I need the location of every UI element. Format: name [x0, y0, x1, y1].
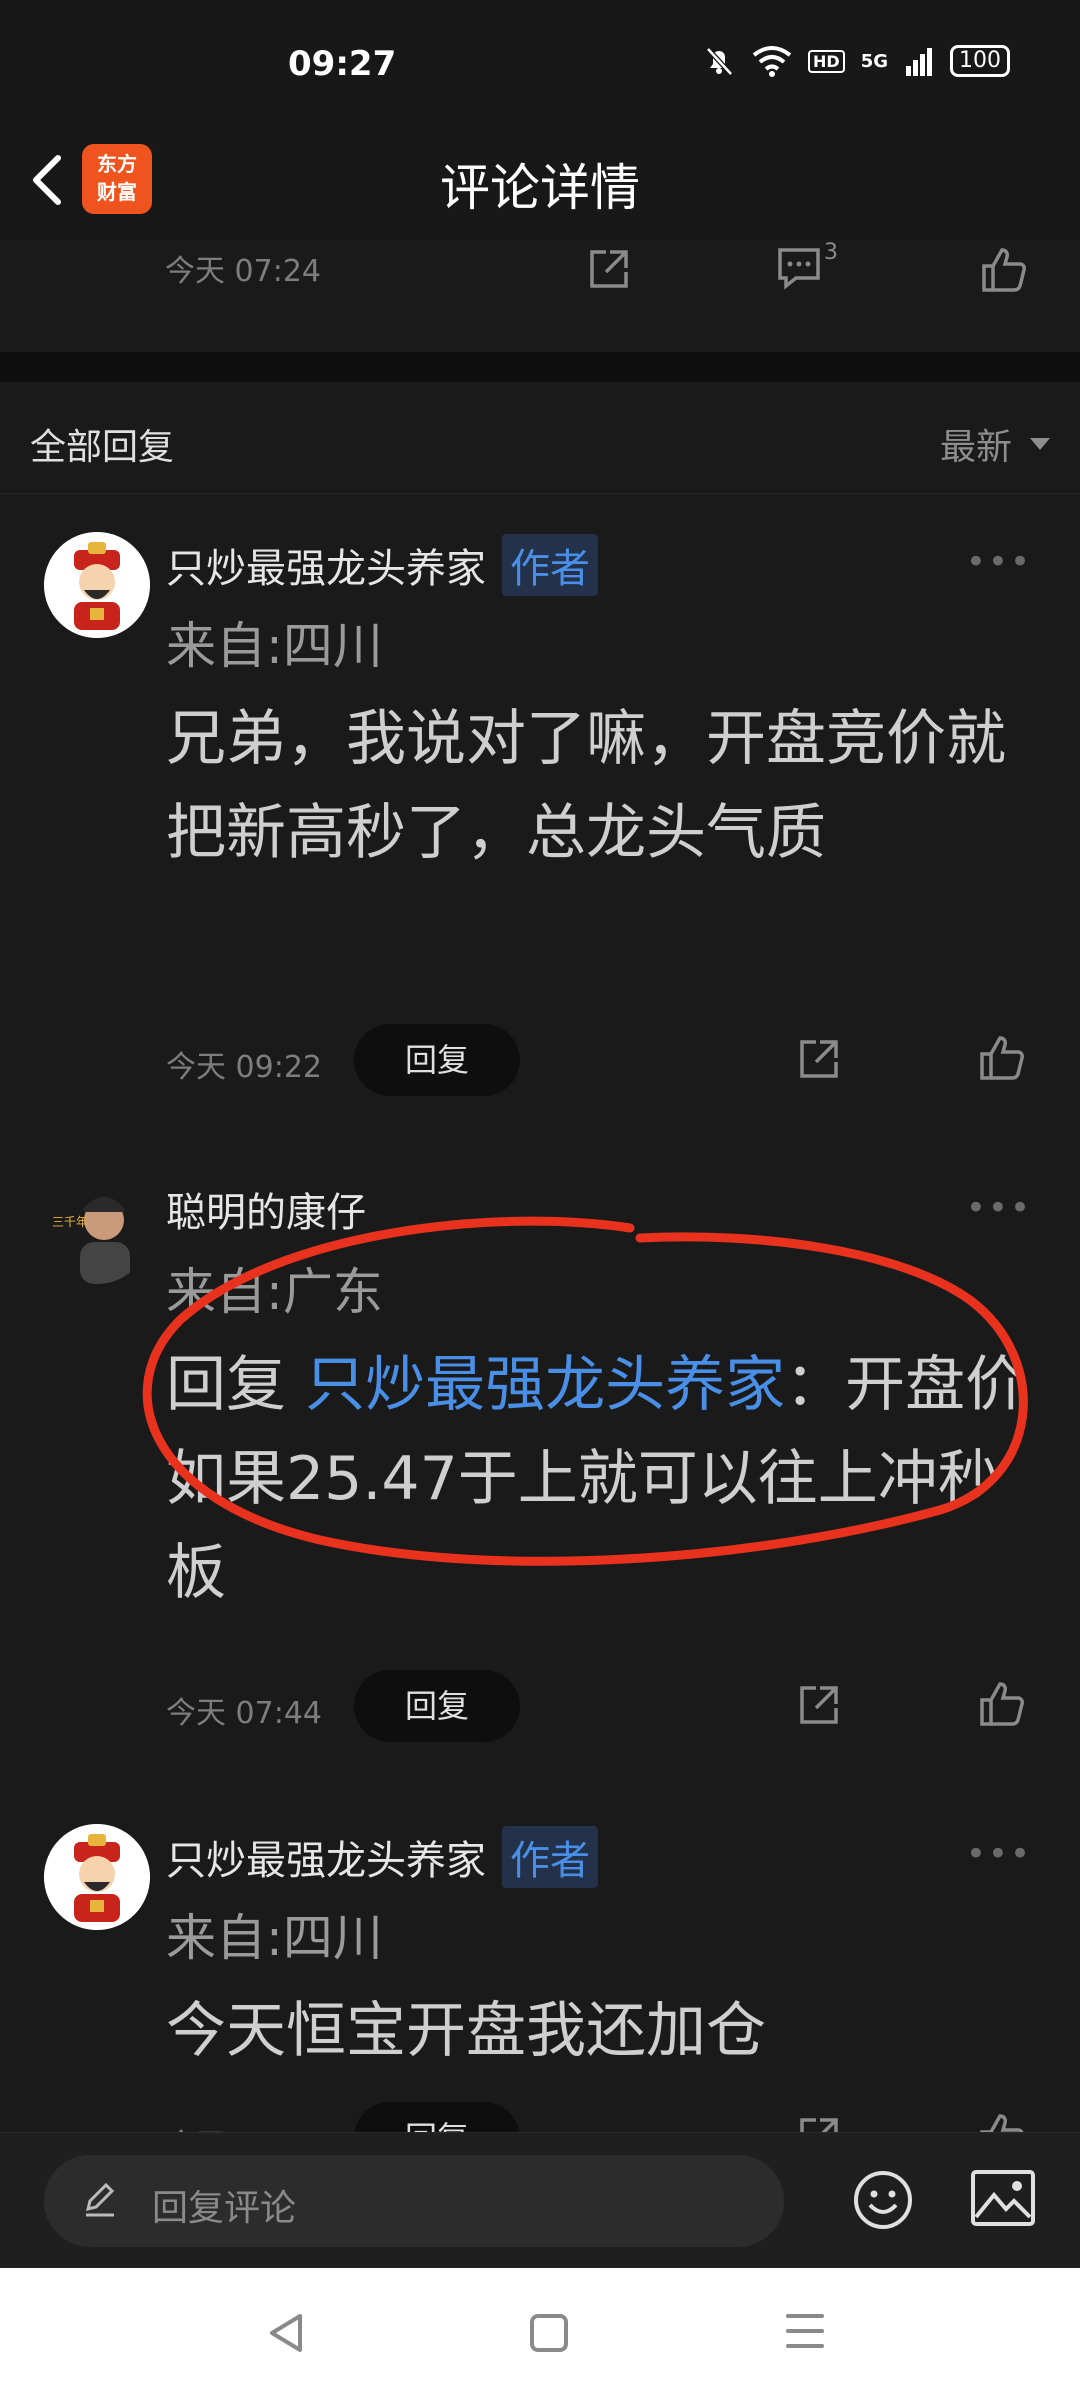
pencil-icon	[85, 2182, 115, 2217]
wifi-icon	[752, 46, 792, 77]
username[interactable]: 只炒最强龙头养家 作者	[166, 534, 598, 596]
comment-text: 兄弟，我说对了嘛，开盘竞价就把新高秒了，总龙头气质	[166, 704, 1006, 868]
like-icon[interactable]	[978, 1034, 1026, 1082]
status-icons: HD 5G 100	[702, 44, 1010, 78]
reply-input-placeholder: 回复评论	[152, 2188, 297, 2229]
hd-icon: HD	[808, 49, 845, 73]
more-options-icon[interactable]: •••	[966, 542, 1032, 582]
avatar[interactable]	[44, 1824, 150, 1930]
image-icon[interactable]	[970, 2169, 1036, 2227]
share-icon[interactable]	[796, 1682, 842, 1728]
comment-meta: 今天 09:22 回复	[166, 1024, 1056, 1098]
battery-icon: 100	[950, 45, 1010, 77]
share-icon[interactable]	[586, 246, 632, 292]
author-badge: 作者	[502, 1826, 598, 1888]
emoji-icon[interactable]	[852, 2169, 914, 2231]
nav-menu-icon[interactable]	[786, 2314, 824, 2359]
reply-button[interactable]: 回复	[354, 1670, 520, 1742]
more-options-icon[interactable]: •••	[966, 1834, 1032, 1874]
svg-text:三千年: 三千年	[52, 1215, 88, 1229]
reply-button[interactable]: 回复	[354, 1024, 520, 1096]
section-divider	[0, 352, 1080, 382]
share-icon[interactable]	[796, 2114, 842, 2132]
sort-dropdown[interactable]: 最新	[940, 418, 1050, 470]
section-title: 全部回复	[30, 427, 175, 468]
username[interactable]: 只炒最强龙头养家 作者	[166, 1826, 598, 1888]
username-text: 只炒最强龙头养家	[166, 1838, 486, 1884]
status-bar: 09:27 HD 5G 100	[0, 0, 1080, 120]
share-icon[interactable]	[796, 1036, 842, 1082]
username-text: 聪明的康仔	[166, 1190, 366, 1236]
avatar-person-icon: 三千年	[44, 1178, 150, 1284]
reply-count: 3	[824, 240, 838, 265]
avatar-god-of-wealth-icon	[44, 1824, 150, 1930]
like-icon[interactable]	[978, 2112, 1026, 2132]
avatar[interactable]	[44, 532, 150, 638]
location: 来自:四川	[166, 1909, 383, 1967]
location: 来自:广东	[166, 1263, 383, 1321]
more-options-icon[interactable]: •••	[966, 1188, 1032, 1228]
comment-item: 只炒最强龙头养家作者 ••• 来自:四川 今天恒宝开盘我还加仓 今天 07:20…	[0, 1812, 1080, 2132]
comment-text: 回复 只炒最强龙头养家：开盘价如果25.47于上就可以往上冲秒板	[166, 1338, 1036, 1620]
sort-label: 最新	[939, 427, 1012, 468]
parent-comment-meta: 今天 07:24 3	[0, 240, 1080, 336]
avatar-god-of-wealth-icon	[44, 532, 150, 638]
avatar[interactable]: 三千年	[44, 1178, 150, 1284]
comment-time: 今天 07:44	[166, 1696, 322, 1731]
replies-header: 全部回复 最新	[0, 382, 1080, 494]
reply-prefix: 回复	[166, 1350, 306, 1420]
location: 来自:四川	[166, 617, 383, 675]
reply-input-bar: 回复评论	[0, 2132, 1080, 2268]
nav-home-icon[interactable]	[530, 2314, 568, 2352]
mute-bell-icon	[706, 47, 733, 76]
signal-icon	[906, 48, 932, 76]
like-icon[interactable]	[978, 1680, 1026, 1728]
system-nav-bar	[0, 2268, 1080, 2400]
like-icon[interactable]	[980, 246, 1028, 294]
network-label: 5G	[860, 50, 888, 72]
caret-down-icon	[1030, 438, 1050, 450]
comment-meta: 今天 07:44 回复	[166, 1670, 1056, 1744]
comment-text: 今天恒宝开盘我还加仓	[166, 1996, 766, 2066]
parent-comment-time: 今天 07:24	[165, 254, 321, 289]
username-text: 只炒最强龙头养家	[166, 546, 486, 592]
comment-icon[interactable]	[776, 246, 822, 290]
username[interactable]: 聪明的康仔	[166, 1180, 366, 1238]
author-badge: 作者	[502, 534, 598, 596]
comment-meta: 今天 07:20 回复	[166, 2102, 1056, 2132]
comment-time: 今天 07:20	[166, 2120, 322, 2132]
comment-time: 今天 09:22	[166, 1050, 322, 1085]
reply-target-link[interactable]: 只炒最强龙头养家	[305, 1350, 785, 1420]
nav-back-icon[interactable]	[266, 2312, 306, 2354]
page-title: 评论详情	[440, 159, 640, 217]
reply-button[interactable]: 回复	[354, 2102, 520, 2132]
reply-input[interactable]: 回复评论	[44, 2155, 784, 2247]
status-time: 09:27	[288, 44, 397, 84]
